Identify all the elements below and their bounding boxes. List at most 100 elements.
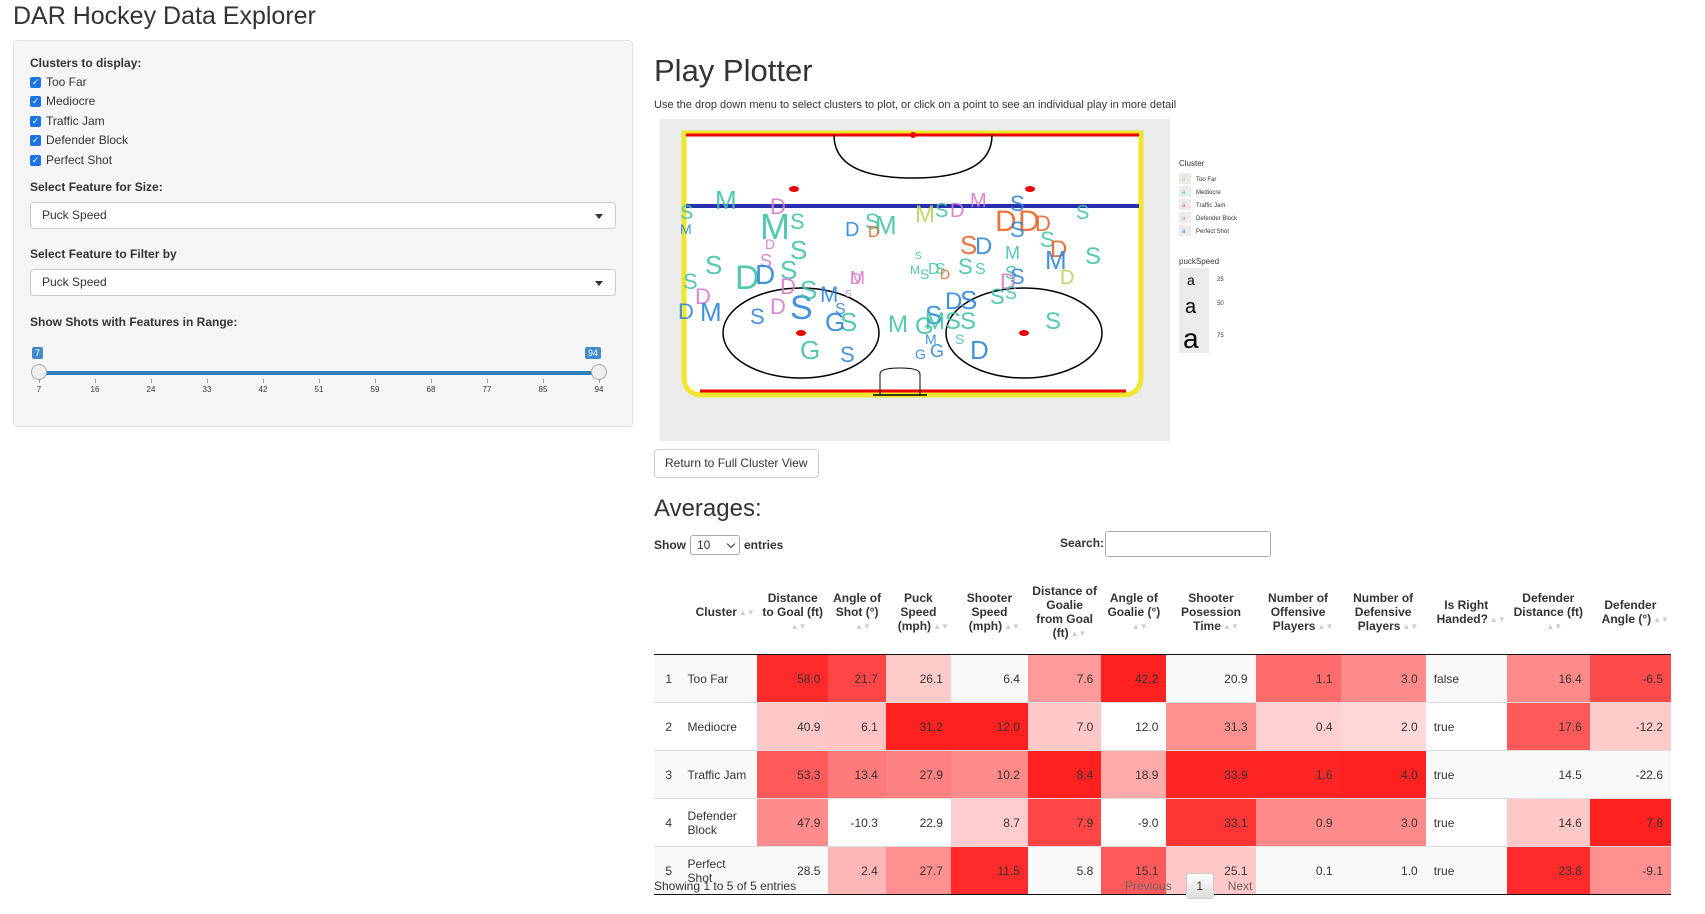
column-header[interactable]: Shooter Posession Time ▲▼: [1166, 570, 1256, 655]
range-label: Show Shots with Features in Range:: [30, 315, 238, 329]
play-point-s[interactable]: S: [990, 284, 1005, 309]
checkbox-too-far[interactable]: ✓ Too Far: [30, 75, 87, 89]
column-header[interactable]: Angle of Shot (°) ▲▼: [828, 570, 886, 655]
play-point-s[interactable]: S: [1010, 217, 1025, 242]
checkbox-defender-block[interactable]: ✓ Defender Block: [30, 133, 128, 147]
filter-feature-select[interactable]: Puck Speed: [30, 269, 616, 296]
play-point-g[interactable]: G: [915, 346, 926, 362]
sort-icon[interactable]: ▲▼: [1317, 623, 1333, 631]
play-point-d[interactable]: D: [950, 200, 964, 222]
play-point-d[interactable]: D: [868, 224, 880, 241]
column-header[interactable]: Puck Speed (mph) ▲▼: [885, 570, 951, 655]
column-header[interactable]: Distance to Goal (ft) ▲▼: [757, 570, 829, 655]
play-point-d[interactable]: D: [975, 233, 992, 260]
column-header[interactable]: Number of Defensive Players ▲▼: [1340, 570, 1426, 655]
sort-icon[interactable]: ▲▼: [855, 623, 871, 631]
search-input[interactable]: [1105, 531, 1271, 557]
range-slider-track[interactable]: [39, 371, 599, 375]
play-point-m[interactable]: M: [888, 311, 908, 338]
play-point-m[interactable]: M: [700, 297, 722, 327]
page-1-button[interactable]: 1: [1185, 873, 1214, 899]
column-header[interactable]: Number of Offensive Players ▲▼: [1255, 570, 1341, 655]
play-point-s[interactable]: S: [1010, 191, 1025, 216]
range-max-handle[interactable]: [591, 364, 607, 380]
play-point-g[interactable]: G: [800, 335, 820, 365]
play-point-d[interactable]: D: [755, 259, 775, 290]
play-point-s[interactable]: S: [920, 266, 929, 282]
play-point-s[interactable]: S: [958, 254, 973, 279]
check-icon[interactable]: ✓: [30, 154, 41, 166]
play-point-s[interactable]: S: [915, 251, 922, 262]
check-icon[interactable]: ✓: [30, 115, 41, 127]
next-button[interactable]: Next: [1228, 879, 1253, 893]
play-point-s[interactable]: S: [790, 209, 805, 234]
play-point-m[interactable]: M: [715, 185, 737, 215]
play-point-m[interactable]: M: [925, 331, 937, 347]
checkbox-mediocre[interactable]: ✓ Mediocre: [30, 94, 95, 108]
value-cell: 1.1: [1255, 654, 1341, 703]
play-point-d[interactable]: D: [970, 335, 989, 365]
play-point-s[interactable]: S: [705, 250, 722, 280]
sort-icon[interactable]: ▲▼: [1004, 623, 1020, 631]
play-point-s[interactable]: S: [1085, 243, 1101, 270]
check-icon[interactable]: ✓: [30, 95, 41, 107]
column-header[interactable]: Cluster ▲▼: [683, 570, 758, 655]
play-point-s[interactable]: S: [1076, 202, 1089, 224]
table-row[interactable]: 4 Defender Block 47.9 -10.3 22.9 8.7 7.9 -9.0 33…: [654, 798, 1671, 847]
play-point-s[interactable]: S: [935, 200, 948, 222]
play-point-d[interactable]: D: [845, 219, 859, 241]
play-point-s[interactable]: S: [1005, 283, 1017, 303]
range-min-handle[interactable]: [31, 364, 47, 380]
play-point-s[interactable]: S: [840, 342, 855, 367]
check-icon[interactable]: ✓: [30, 76, 41, 88]
checkbox-perfect-shot[interactable]: ✓ Perfect Shot: [30, 153, 112, 167]
play-point-m[interactable]: M: [850, 268, 865, 288]
column-header[interactable]: Shooter Speed (mph) ▲▼: [950, 570, 1028, 655]
play-point-m[interactable]: M: [915, 201, 935, 228]
play-point-s[interactable]: S: [975, 261, 986, 278]
entries-length-select[interactable]: 10: [690, 535, 740, 555]
previous-button[interactable]: Previous: [1125, 879, 1172, 893]
sort-icon[interactable]: ▲▼: [1132, 623, 1148, 631]
return-full-view-button[interactable]: Return to Full Cluster View: [654, 449, 819, 478]
value-cell: 7.9: [1027, 798, 1102, 847]
sort-icon[interactable]: ▲▼: [791, 623, 807, 631]
column-header[interactable]: Is Right Handed? ▲▼: [1425, 570, 1507, 655]
play-point-d[interactable]: D: [928, 261, 940, 278]
sort-icon[interactable]: ▲▼: [739, 609, 755, 617]
play-point-s[interactable]: S: [800, 275, 817, 305]
play-point-d[interactable]: D: [1060, 267, 1074, 289]
check-icon[interactable]: ✓: [30, 134, 41, 146]
play-point-m[interactable]: M: [970, 190, 987, 212]
sort-icon[interactable]: ▲▼: [1223, 623, 1239, 631]
rink-plot-svg[interactable]: S MMDM SD SSSS DD SDD M DS SD S MDMSSGG SMD SMDM S D MD…: [660, 119, 1266, 441]
table-row[interactable]: 2 Mediocre 40.9 6.1 31.2 12.0 7.0 12.0 31.3 0.4 2.…: [654, 702, 1671, 751]
play-point-s[interactable]: S: [1045, 308, 1061, 335]
column-header[interactable]: Angle of Goalie (°) ▲▼: [1101, 570, 1167, 655]
column-header[interactable]: Defender Distance (ft) ▲▼: [1506, 570, 1590, 655]
size-feature-select[interactable]: Puck Speed: [30, 202, 616, 229]
play-point-m[interactable]: M: [680, 221, 692, 237]
rink-plot[interactable]: SMMDMSDSSSSDDSDDMDSSDSMDMSSGGSMDSMDMSDMD…: [660, 119, 1266, 441]
sort-icon[interactable]: ▲▼: [1071, 630, 1087, 638]
play-point-d[interactable]: D: [678, 299, 694, 324]
play-point-d[interactable]: D: [940, 266, 950, 282]
checkbox-traffic-jam[interactable]: ✓ Traffic Jam: [30, 114, 105, 128]
play-point-d[interactable]: D: [780, 274, 796, 299]
table-row[interactable]: 1 Too Far 58.0 21.7 26.1 6.4 7.6 42.2 20.9 1.1 3.0…: [654, 654, 1671, 703]
play-point-d[interactable]: D: [765, 236, 775, 252]
column-header[interactable]: Defender Angle (°) ▲▼: [1589, 570, 1671, 655]
play-point-g[interactable]: G: [825, 307, 845, 337]
play-point-m[interactable]: M: [1005, 243, 1020, 263]
table-row[interactable]: 3 Traffic Jam 53.3 13.4 27.9 10.2 8.4 18.9 33.9 1…: [654, 750, 1671, 799]
play-point-s[interactable]: S: [750, 304, 765, 329]
sort-icon[interactable]: ▲▼: [1653, 616, 1669, 624]
play-point-s[interactable]: S: [955, 331, 964, 347]
sort-icon[interactable]: ▲▼: [933, 623, 949, 631]
play-point-s[interactable]: S: [845, 289, 852, 300]
column-header[interactable]: Distance of Goalie from Goal (ft) ▲▼: [1027, 570, 1102, 655]
sort-icon[interactable]: ▲▼: [1402, 623, 1418, 631]
sort-icon[interactable]: ▲▼: [1490, 616, 1506, 624]
play-point-m[interactable]: M: [910, 263, 920, 277]
sort-icon[interactable]: ▲▼: [1546, 623, 1562, 631]
